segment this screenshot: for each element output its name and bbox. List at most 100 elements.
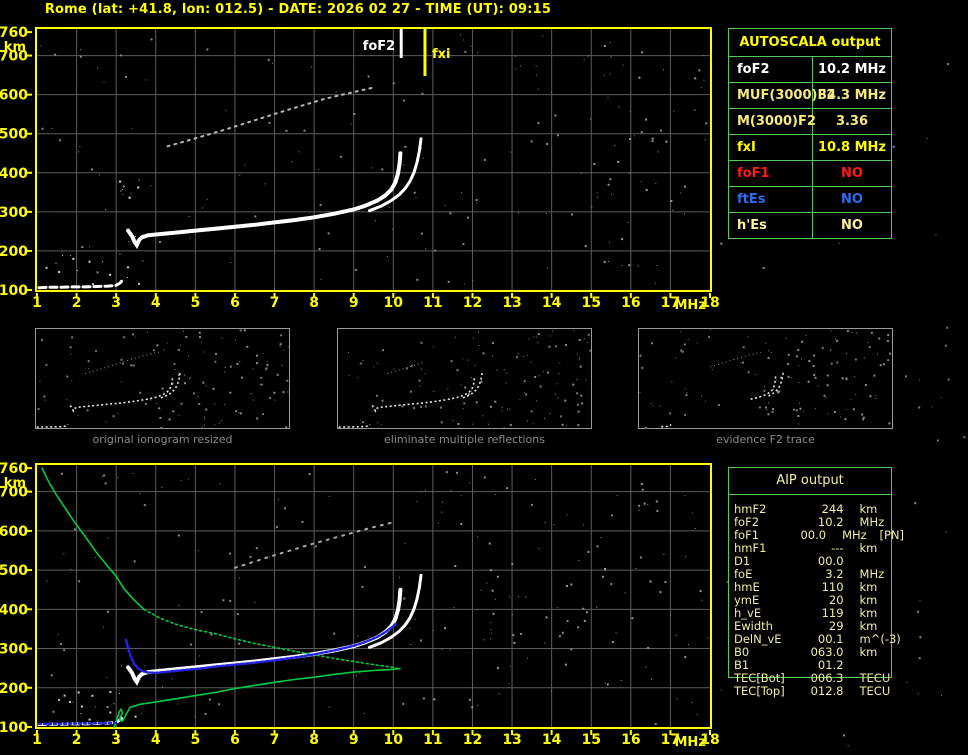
aip-unit: km: [859, 541, 878, 555]
x-tick-label: 11: [423, 732, 442, 748]
x-tick-label: 14: [542, 732, 562, 748]
x-tick-label: 15: [581, 295, 600, 311]
thumbnail-caption-evidence: evidence F2 trace: [716, 433, 815, 446]
x-axis-unit-label: MHz: [675, 298, 706, 313]
y-axis-unit-label: km: [4, 476, 26, 491]
thumbnail-caption-eliminate: eliminate multiple reflections: [384, 433, 545, 446]
x-tick-label: 4: [151, 732, 161, 748]
y-tick-label: 300: [0, 642, 28, 658]
aip-unit: TECU: [859, 684, 891, 698]
autoscala-row-value: 3.36: [835, 114, 869, 129]
y-tick-label: 760: [0, 25, 28, 41]
autoscala-output-table: AUTOSCALA output foF2 10.2 MHz MUF(3000)F2…: [728, 28, 892, 239]
thumbnail-evidence-canvas: [639, 329, 892, 429]
aip-label: TEC[Top]: [734, 684, 785, 698]
y-tick-label: 200: [0, 681, 28, 697]
autoscala-row-label: fxI: [729, 135, 813, 160]
top-ionogram-canvas: 1 2 3 4 5 6 7 8 9 10 11 12 13 14 15 16 17 18MHz7607006005…: [0, 25, 720, 313]
x-tick-label: 16: [621, 732, 640, 748]
autoscala-row-label: h'Es: [729, 213, 813, 238]
x-tick-label: 12: [463, 732, 482, 748]
autoscala-row-value: NO: [841, 218, 863, 233]
autoscala-row-label: ftEs: [729, 187, 813, 212]
x-tick-label: 16: [621, 295, 640, 311]
autoscala-row-value: 10.8 MHz: [818, 140, 886, 155]
aip-extra: [PN]: [879, 528, 904, 542]
x-tick-label: 10: [384, 732, 404, 748]
autoscala-row-label: MUF(3000)F2: [729, 83, 835, 108]
autoscala-row-MUF(3000)F2: MUF(3000)F2 34.3 MHz: [729, 82, 891, 108]
bottom-ionogram-canvas: 1 2 3 4 5 6 7 8 9 10 11 12 13 14 15 16 17 18MHz7607006005…: [0, 461, 720, 750]
y-tick-label: 400: [0, 602, 28, 618]
x-tick-label: 9: [349, 732, 359, 748]
page-title: Rome (lat: +41.8, lon: 012.5) - DATE: 20…: [44, 2, 552, 17]
y-tick-label: 300: [0, 205, 28, 221]
y-tick-label: 600: [0, 524, 28, 540]
aip-value: 00.0: [800, 528, 827, 542]
autoscala-row-foF2: foF2 10.2 MHz: [729, 56, 891, 82]
thumbnail-original-ionogram: [35, 328, 290, 429]
autoscala-row-ftEs: ftEs NO: [729, 186, 891, 212]
y-tick-label: 500: [0, 127, 28, 143]
x-tick-label: 7: [270, 295, 280, 311]
y-tick-label: 400: [0, 166, 28, 182]
autoscala-window: Rome (lat: +41.8, lon: 012.5) - DATE: 20…: [0, 0, 968, 755]
aip-row-hmE: hmE 110 km: [734, 581, 904, 594]
autoscala-row-h'Es: h'Es NO: [729, 212, 891, 238]
x-tick-label: 5: [190, 295, 200, 311]
aip-unit: km: [859, 645, 878, 659]
x-tick-label: 2: [72, 732, 82, 748]
autoscala-row-value: 10.2 MHz: [818, 62, 886, 77]
x-tick-label: 13: [502, 295, 521, 311]
x-tick-label: 6: [230, 295, 240, 311]
x-tick-label: 12: [463, 295, 482, 311]
autoscala-row-foF1: foF1 NO: [729, 160, 891, 186]
aip-table-header: AIP output: [729, 468, 891, 495]
thumbnail-evidence-f2-trace: [638, 328, 893, 429]
aip-value: 012.8: [810, 684, 844, 698]
y-tick-label: 200: [0, 244, 28, 260]
x-tick-label: 2: [72, 295, 82, 311]
x-tick-label: 13: [502, 732, 521, 748]
x-tick-label: 3: [111, 295, 121, 311]
autoscala-row-label: foF1: [729, 161, 813, 186]
top-ionogram-plot: 1 2 3 4 5 6 7 8 9 10 11 12 13 14 15 16 17 18 MHz 760 700 600 5…: [0, 25, 720, 313]
x-axis-unit-label: MHz: [675, 735, 706, 750]
y-tick-label: 100: [0, 720, 28, 736]
x-tick-label: 15: [581, 732, 600, 748]
x-tick-label: 1: [32, 732, 42, 748]
y-tick-label: 500: [0, 563, 28, 579]
autoscala-row-value: 34.3 MHz: [818, 88, 886, 103]
autoscala-table-header: AUTOSCALA output: [739, 35, 881, 50]
x-tick-label: 8: [309, 295, 319, 311]
x-tick-label: 11: [423, 295, 442, 311]
autoscala-row-value: NO: [841, 192, 863, 207]
x-tick-label: 5: [190, 732, 200, 748]
x-tick-label: 7: [270, 732, 280, 748]
x-tick-label: 1: [32, 295, 42, 311]
x-tick-label: 3: [111, 732, 121, 748]
x-tick-label: 10: [384, 295, 404, 311]
autoscala-row-label: foF2: [729, 57, 813, 82]
y-tick-label: 760: [0, 461, 28, 477]
thumbnail-eliminate-reflections: [337, 328, 592, 429]
autoscala-table-rows: foF2 10.2 MHz MUF(3000)F2 34.3 MHz M(3000)F2…: [729, 56, 891, 238]
x-tick-label: 8: [309, 732, 319, 748]
autoscala-row-label: M(3000)F2: [729, 109, 816, 134]
autoscala-row-value: NO: [841, 166, 863, 181]
y-tick-label: 600: [0, 88, 28, 104]
aip-row-TEC[Top]: TEC[Top] 012.8 TECU: [734, 685, 904, 698]
y-axis-unit-label: km: [4, 40, 26, 55]
thumbnail-original-canvas: [36, 329, 289, 429]
bottom-ionogram-plot: 1 2 3 4 5 6 7 8 9 10 11 12 13 14 15 16 17 18 MHz 760 700 600 5…: [0, 461, 720, 750]
x-tick-label: 6: [230, 732, 240, 748]
x-tick-label: 4: [151, 295, 161, 311]
autoscala-row-fxI: fxI 10.8 MHz: [729, 134, 891, 160]
x-tick-label: 14: [542, 295, 562, 311]
y-tick-label: 100: [0, 283, 28, 299]
marker-label-fxi: fxi: [432, 47, 451, 62]
x-tick-label: 9: [349, 295, 359, 311]
marker-label-foF2: foF2: [363, 39, 396, 54]
autoscala-row-M(3000)F2: M(3000)F2 3.36: [729, 108, 891, 134]
thumbnail-caption-original: original ionogram resized: [92, 433, 233, 446]
